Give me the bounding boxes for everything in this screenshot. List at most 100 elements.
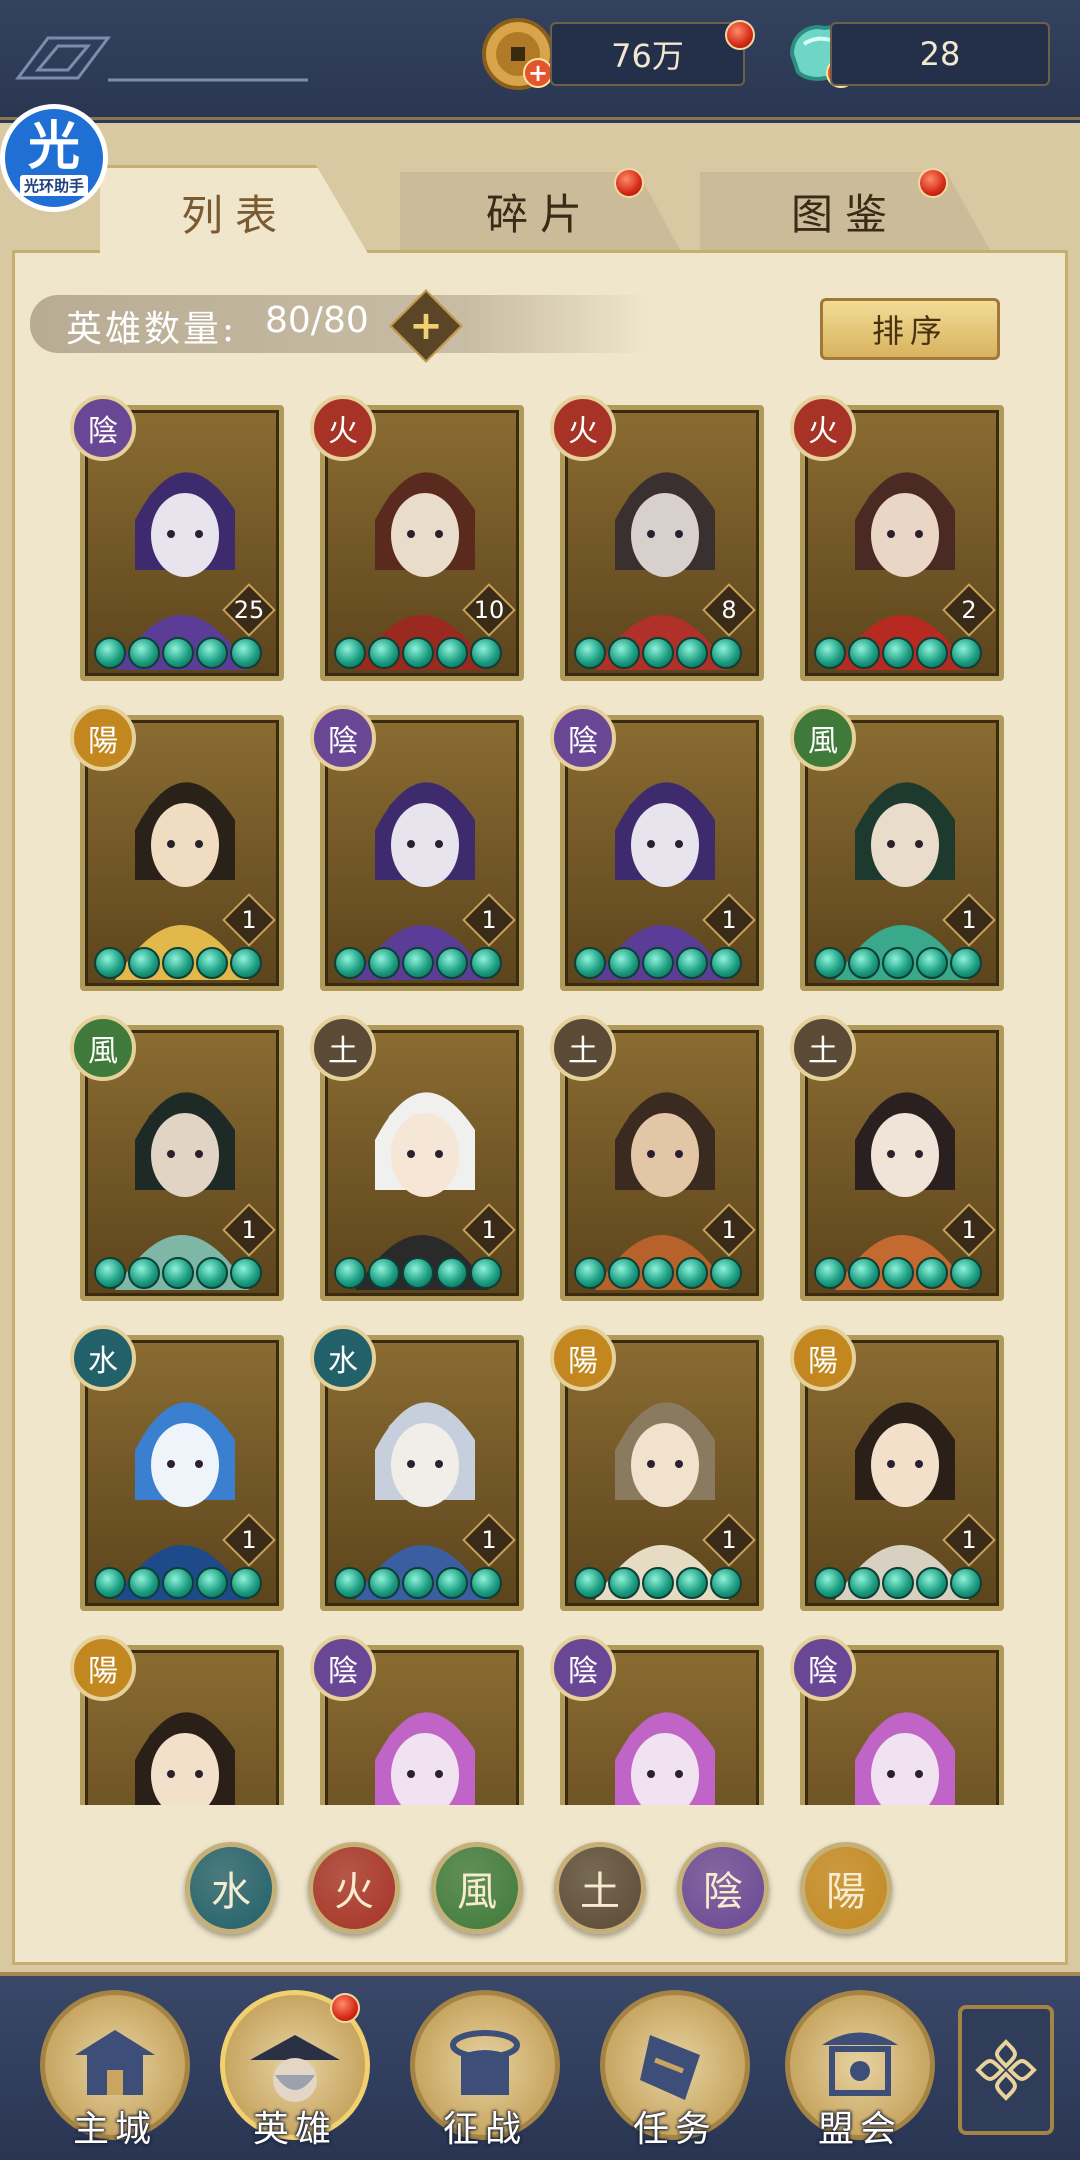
tab-fragments-dot [614,168,644,198]
jade-star-icon [848,637,880,669]
jade-star-icon [436,947,468,979]
jade-star-icon [230,637,262,669]
jade-star-icon [950,947,982,979]
hero-element-badge: 陰 [310,705,376,771]
hero-card[interactable]: 水1 [70,1325,284,1611]
jade-star-icon [196,1567,228,1599]
jade-star-icon [334,1257,366,1289]
jade-star-icon [94,1257,126,1289]
hero-card[interactable]: 陰 [790,1635,1004,1805]
hero-card[interactable]: 陽 [70,1635,284,1805]
jade-star-icon [94,1567,126,1599]
jade-star-icon [196,637,228,669]
jade-star-icon [642,637,674,669]
jade-star-icon [436,1567,468,1599]
gems-value: 28 [919,35,961,73]
hero-element-badge: 陰 [550,705,616,771]
jade-star-icon [882,637,914,669]
jade-star-icon [402,1257,434,1289]
watermark-logo: 光 光环助手 [0,104,108,212]
hero-level-badge: 1 [222,1203,276,1257]
hero-star-row [334,947,502,979]
hero-level-badge: 2 [942,583,996,637]
jade-star-icon [334,947,366,979]
hero-card[interactable]: 火2 [790,395,1004,681]
jade-star-icon [710,637,742,669]
hero-count-value: 80/80 [265,300,369,341]
element-filter-button[interactable]: 陰 [677,1842,769,1934]
jade-star-icon [642,1567,674,1599]
hero-card[interactable]: 火 10 [310,395,524,681]
nav-campaign-label: 征战 [442,2109,527,2150]
hero-card[interactable]: 陽1 [550,1325,764,1611]
top-ornament-icon [15,36,308,82]
nav-heroes-dot [330,1993,360,2023]
jade-star-icon [128,637,160,669]
jade-star-icon [470,1257,502,1289]
element-filter-button[interactable]: 土 [554,1842,646,1934]
hero-star-row [574,947,742,979]
hero-level-value: 1 [481,1526,497,1554]
jade-star-icon [162,1567,194,1599]
hero-card[interactable]: 陰1 [550,705,764,991]
hero-card[interactable]: 陽1 [70,705,284,991]
element-filter-button[interactable]: 風 [431,1842,523,1934]
jade-star-icon [436,637,468,669]
jade-star-icon [882,1257,914,1289]
hero-card[interactable]: 水1 [310,1325,524,1611]
jade-star-icon [882,1567,914,1599]
hero-level-value: 1 [241,906,257,934]
hero-element-badge: 土 [310,1015,376,1081]
element-filter-button[interactable]: 陽 [800,1842,892,1934]
plus-icon: + [409,303,443,349]
hero-level-value: 1 [241,1216,257,1244]
jade-star-icon [334,1567,366,1599]
hero-level-value: 2 [961,596,977,624]
element-filter-button[interactable]: 火 [308,1842,400,1934]
hero-card[interactable]: 陰 [550,1635,764,1805]
jade-star-icon [950,1567,982,1599]
element-filter-bar: 水火風土陰陽 [185,1842,895,1934]
hero-card[interactable]: 火8 [550,395,764,681]
jade-star-icon [230,1567,262,1599]
hero-card[interactable]: 土1 [310,1015,524,1301]
jade-star-icon [814,1567,846,1599]
jade-star-icon [94,947,126,979]
hero-star-row [334,1257,502,1289]
hero-card[interactable]: 風1 [70,1015,284,1301]
hero-element-badge: 火 [310,395,376,461]
hero-star-row [334,637,502,669]
sort-button[interactable]: 排序 [820,298,1000,360]
jade-star-icon [916,1567,948,1599]
hero-star-row [814,637,982,669]
jade-star-icon [642,1257,674,1289]
jade-star-icon [402,637,434,669]
jade-star-icon [676,947,708,979]
hero-level-value: 1 [241,1526,257,1554]
jade-star-icon [162,1257,194,1289]
jade-star-icon [196,947,228,979]
hero-star-row [814,1567,982,1599]
jade-star-icon [128,1567,160,1599]
add-coins-button[interactable]: + [523,58,553,88]
hero-card[interactable]: 土1 [550,1015,764,1301]
element-filter-button[interactable]: 水 [185,1842,277,1934]
nav-guild-label: 盟会 [817,2109,902,2150]
jade-star-icon [608,947,640,979]
hero-card[interactable]: 風1 [790,705,1004,991]
hero-card[interactable]: 陽1 [790,1325,1004,1611]
hero-level-badge: 8 [702,583,756,637]
hero-element-badge: 陰 [550,1635,616,1701]
hero-star-row [574,637,742,669]
hero-level-value: 1 [721,1216,737,1244]
hero-card[interactable]: 陰 [310,1635,524,1805]
hero-card[interactable]: 土1 [790,1015,1004,1301]
more-menu-button[interactable] [958,2005,1054,2135]
hero-star-row [334,1567,502,1599]
jade-star-icon [436,1257,468,1289]
hero-card[interactable]: 陰 25 [70,395,284,681]
hero-card[interactable]: 陰1 [310,705,524,991]
jade-star-icon [916,1257,948,1289]
hero-level-badge: 1 [702,893,756,947]
hero-element-badge: 陽 [70,705,136,771]
